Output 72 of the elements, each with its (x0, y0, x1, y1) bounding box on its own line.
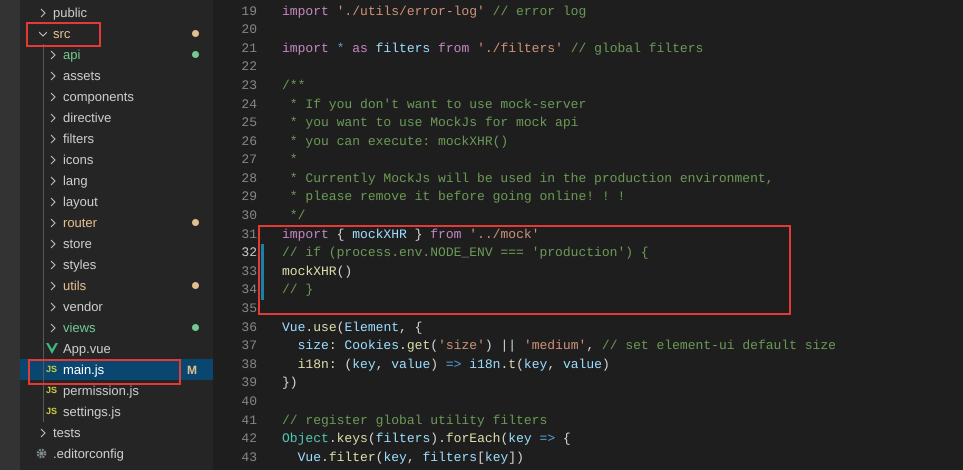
code-line: import './utils/error-log' // error log (282, 2, 586, 21)
folder-item[interactable]: router (20, 212, 213, 233)
js-file-icon: JS (46, 407, 58, 416)
folder-item[interactable]: vendor (20, 296, 213, 317)
code-line: * you want to use MockJs for mock api (288, 114, 578, 132)
line-number: 22 (240, 58, 257, 76)
code-line: * If you don't want to use mock-server (288, 96, 586, 114)
js-file-icon: JS (46, 365, 58, 374)
folder-item[interactable]: tests (20, 422, 213, 443)
folder-item[interactable]: utils (20, 275, 213, 296)
folder-item[interactable]: api (20, 44, 213, 65)
line-number: 39 (240, 374, 257, 392)
line-number: 33 (240, 262, 257, 281)
folder-item[interactable]: store (20, 233, 213, 254)
line-number: 28 (240, 170, 257, 188)
code-line: import { mockXHR } from '../mock' (282, 226, 540, 244)
line-number: 38 (240, 356, 257, 374)
code-line: size: Cookies.get('size') || 'medium', // set element-ui default size (296, 337, 836, 356)
code-line: // if (process.env.NODE_ENV === 'production') { (282, 244, 649, 262)
file-item[interactable]: JS settings.js (20, 401, 213, 422)
code-line: Vue.filter(key, filters[key]) (296, 448, 524, 467)
file-item[interactable]: JS permission.js (20, 380, 213, 401)
line-number: 40 (240, 393, 257, 412)
code-line: */ (288, 207, 306, 226)
line-number: 34 (240, 281, 257, 300)
line-number: 29 (240, 188, 257, 206)
folder-item[interactable]: src (20, 23, 213, 44)
folder-item[interactable]: public (20, 2, 213, 23)
code-line: import * as filters from './filters' // global filters (282, 40, 704, 58)
code-line: mockXHR() (282, 262, 352, 281)
line-number: 21 (240, 40, 257, 58)
code-line: * Currently MockJs will be used in the production environment, (288, 170, 774, 188)
status-letter: M (187, 362, 197, 378)
line-number: 23 (240, 76, 257, 95)
code-line: i18n: (key, value) => i18n.t(key, value) (296, 356, 610, 374)
folder-item[interactable]: views (20, 317, 213, 338)
line-number: 27 (240, 151, 257, 170)
file-item[interactable]: App.vue (20, 338, 213, 359)
line-number: 32 (240, 244, 257, 262)
line-number: 43 (240, 448, 257, 467)
folder-item[interactable]: components (20, 86, 213, 107)
folder-item[interactable]: styles (20, 254, 213, 275)
js-file-icon: JS (46, 386, 58, 395)
file-item[interactable]: JS main.js M (20, 359, 213, 380)
folder-item[interactable]: directive (20, 107, 213, 128)
code-line: * you can execute: mockXHR() (288, 132, 508, 151)
line-number: 36 (240, 318, 257, 337)
folder-item[interactable]: assets (20, 65, 213, 86)
code-line: /** (282, 76, 306, 95)
file-item[interactable]: .editorconfig (20, 443, 213, 464)
line-number: 20 (240, 21, 257, 40)
line-number: 31 (240, 226, 257, 244)
folder-item[interactable]: layout (20, 191, 213, 212)
line-number: 35 (240, 300, 257, 318)
code-line: Vue.use(Element, { (282, 318, 422, 337)
line-number: 19 (240, 2, 257, 21)
line-number: 30 (240, 207, 257, 226)
code-line: * (288, 151, 298, 170)
folder-item[interactable]: lang (20, 170, 213, 191)
line-number: 37 (240, 337, 257, 356)
line-number: 24 (240, 96, 257, 114)
code-line: // register global utility filters (282, 412, 548, 430)
folder-item[interactable]: filters (20, 128, 213, 149)
line-number: 26 (240, 132, 257, 151)
code-line: Object.keys(filters).forEach(key => { (282, 430, 571, 448)
folder-item[interactable]: icons (20, 149, 213, 170)
code-line: * please remove it before going online! ! ! (288, 188, 626, 206)
line-number: 42 (240, 430, 257, 448)
code-line: // } (282, 281, 314, 300)
line-number: 41 (240, 412, 257, 430)
line-number: 25 (240, 114, 257, 132)
code-line: }) (282, 374, 298, 392)
